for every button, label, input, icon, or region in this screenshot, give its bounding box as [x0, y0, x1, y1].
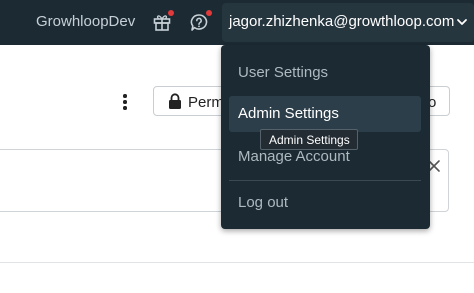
menu-divider	[229, 180, 421, 181]
menu-item-log-out[interactable]: Log out	[229, 185, 421, 221]
help-button[interactable]	[188, 10, 212, 34]
user-email: jagor.zhizhenka@growthloop.com	[229, 13, 455, 30]
divider	[0, 262, 474, 263]
kebab-dot	[123, 100, 127, 104]
notification-dot	[206, 10, 212, 16]
more-options-button[interactable]	[122, 94, 128, 112]
top-navigation-bar: GrowhloopDev jagor.zhizhenka@growthloop.…	[0, 0, 474, 45]
gift-button[interactable]	[150, 10, 174, 34]
permissions-button-label: Perm	[188, 94, 224, 111]
kebab-dot	[123, 94, 127, 98]
organization-name[interactable]: GrowhloopDev	[36, 13, 135, 30]
notification-dot	[168, 10, 174, 16]
menu-item-admin-settings[interactable]: Admin Settings	[229, 96, 421, 132]
chevron-down-icon	[457, 19, 467, 25]
help-bubble-icon	[190, 14, 208, 31]
tooltip: Admin Settings	[260, 129, 358, 150]
menu-item-user-settings[interactable]: User Settings	[229, 55, 421, 91]
lock-icon	[169, 93, 181, 109]
kebab-dot	[123, 106, 127, 110]
user-menu-button[interactable]: jagor.zhizhenka@growthloop.com	[222, 3, 474, 42]
